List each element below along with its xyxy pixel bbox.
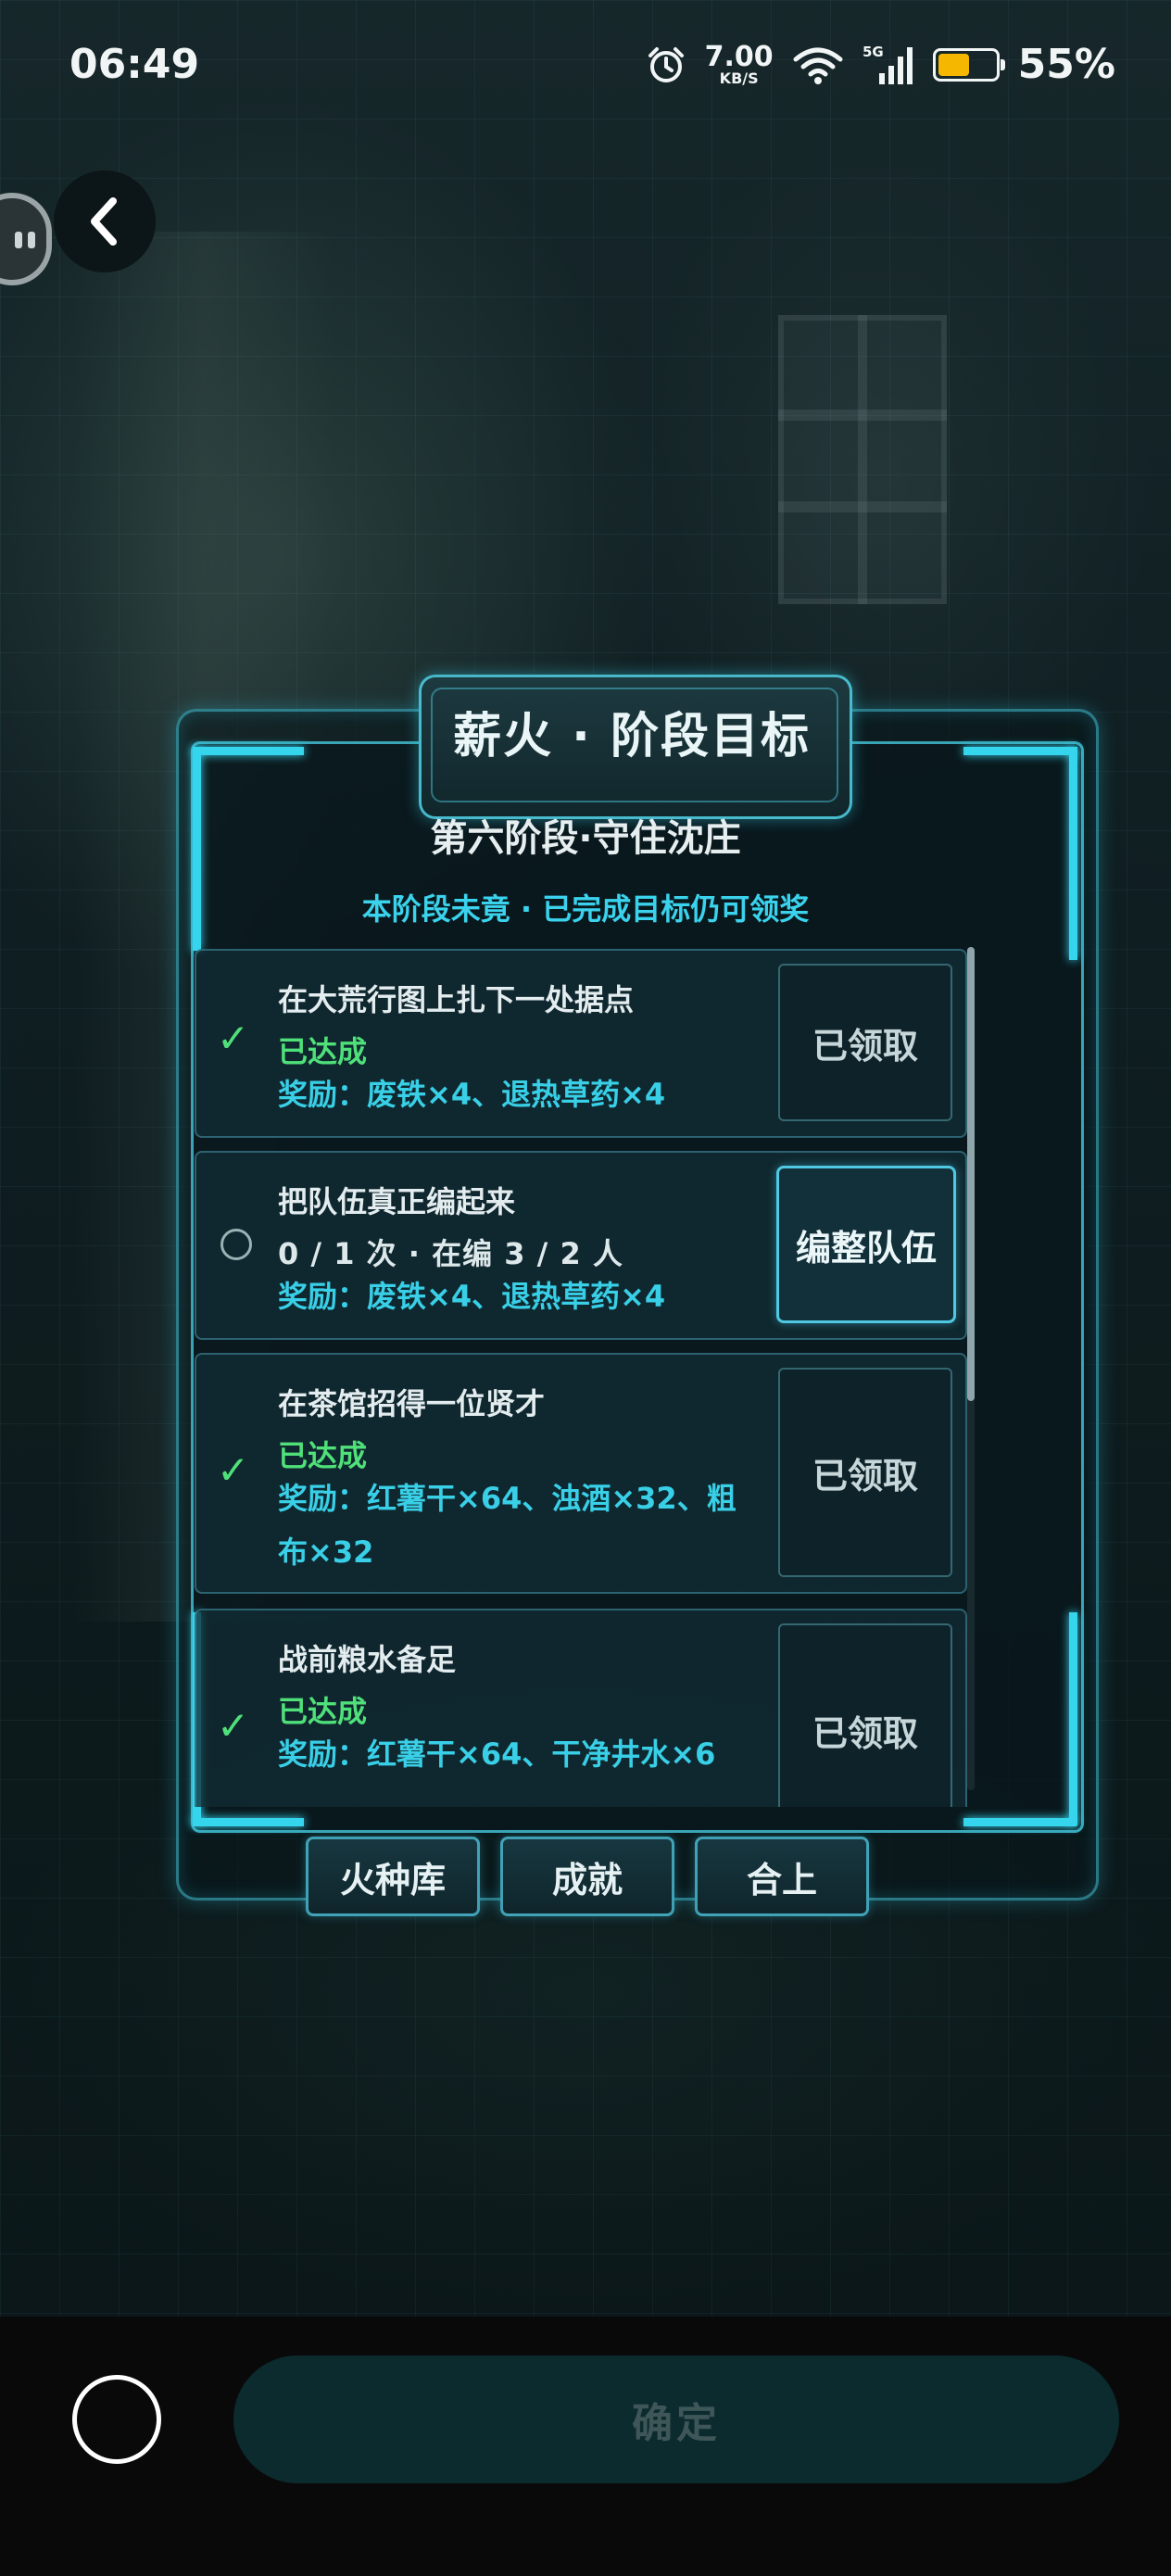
empty-circle-icon bbox=[220, 1229, 252, 1260]
task-name: 把队伍真正编起来 bbox=[278, 1184, 516, 1219]
network-type-label: 5G bbox=[863, 44, 884, 60]
network-speed: 7.00 KB/S bbox=[704, 40, 774, 87]
battery-icon bbox=[932, 47, 1005, 82]
task-reward: 奖励：废铁×4、退热草药×4 bbox=[278, 1279, 666, 1314]
task-progress: 已达成 bbox=[278, 1438, 368, 1473]
frame-corner-decoration bbox=[193, 1818, 304, 1826]
select-radio-button[interactable] bbox=[72, 2375, 161, 2464]
frame-corner-decoration bbox=[193, 747, 304, 755]
task-name: 战前粮水备足 bbox=[278, 1642, 457, 1677]
cellular-signal-icon: 5G bbox=[863, 44, 914, 86]
back-button[interactable] bbox=[54, 170, 156, 272]
task-card: 把队伍真正编起来 0 / 1 次 · 在编 3 / 2 人 奖励：废铁×4、退热… bbox=[195, 1151, 967, 1340]
confirm-button[interactable]: 确定 bbox=[233, 2355, 1119, 2483]
task-reward: 奖励：红薯干×64、干净井水×6 bbox=[278, 1736, 716, 1772]
task-list[interactable]: ✓ 在大荒行图上扎下一处据点 已达成 奖励：废铁×4、退热草药×4 已领取 把队… bbox=[195, 945, 973, 1807]
stage-title: 第六阶段·守住沈庄 bbox=[430, 817, 741, 860]
close-panel-button[interactable]: 合上 bbox=[695, 1837, 869, 1916]
task-progress: 已达成 bbox=[278, 1034, 368, 1069]
task-reward: 奖励：废铁×4、退热草药×4 bbox=[278, 1077, 666, 1112]
check-icon: ✓ bbox=[217, 1016, 250, 1061]
chevron-left-icon bbox=[91, 197, 117, 246]
battery-level-fill bbox=[938, 53, 969, 76]
tab-achievements[interactable]: 成就 bbox=[500, 1837, 674, 1916]
status-icons: 7.00 KB/S 5G 55% bbox=[646, 41, 1115, 88]
tab-spark-library[interactable]: 火种库 bbox=[306, 1837, 480, 1916]
task-name: 在大荒行图上扎下一处据点 bbox=[278, 982, 635, 1017]
status-time: 06:49 bbox=[69, 41, 200, 88]
status-bar: 06:49 7.00 KB/S 5G 55% bbox=[0, 0, 1171, 139]
frame-corner-decoration bbox=[193, 747, 201, 951]
frame-corner-decoration bbox=[963, 1818, 1077, 1826]
claimed-button[interactable]: 已领取 bbox=[778, 1368, 952, 1577]
stage-note: 本阶段未竟 · 已完成目标仍可领奖 bbox=[361, 891, 810, 927]
frame-corner-decoration bbox=[963, 747, 1077, 755]
task-card: ✓ 战前粮水备足 已达成 奖励：红薯干×64、干净井水×6 已领取 bbox=[195, 1609, 967, 1807]
claimed-button[interactable]: 已领取 bbox=[778, 1623, 952, 1807]
task-card: ✓ 在大荒行图上扎下一处据点 已达成 奖励：废铁×4、退热草药×4 已领取 bbox=[195, 949, 967, 1138]
frame-corner-decoration bbox=[1069, 1612, 1077, 1825]
panel-title: 薪火 · 阶段目标 bbox=[453, 709, 811, 764]
task-card: ✓ 在茶馆招得一位贤才 已达成 奖励：红薯干×64、浊酒×32、粗布×32 已领… bbox=[195, 1353, 967, 1594]
wifi-icon bbox=[792, 44, 844, 85]
task-list-scrollbar-thumb[interactable] bbox=[967, 947, 975, 1401]
network-speed-unit: KB/S bbox=[719, 69, 759, 87]
frame-corner-decoration bbox=[1069, 747, 1077, 960]
battery-percent: 55% bbox=[1017, 41, 1115, 88]
check-icon: ✓ bbox=[217, 1447, 250, 1493]
task-progress: 已达成 bbox=[278, 1694, 368, 1729]
check-icon: ✓ bbox=[217, 1703, 250, 1749]
claimed-button[interactable]: 已领取 bbox=[778, 964, 952, 1121]
task-reward: 奖励：红薯干×64、浊酒×32、粗布×32 bbox=[278, 1481, 737, 1570]
task-name: 在茶馆招得一位贤才 bbox=[278, 1386, 546, 1421]
network-speed-value: 7.00 bbox=[704, 40, 774, 73]
alarm-icon bbox=[646, 44, 686, 85]
organize-team-button[interactable]: 编整队伍 bbox=[776, 1166, 956, 1323]
task-progress: 0 / 1 次 · 在编 3 / 2 人 bbox=[278, 1236, 623, 1271]
